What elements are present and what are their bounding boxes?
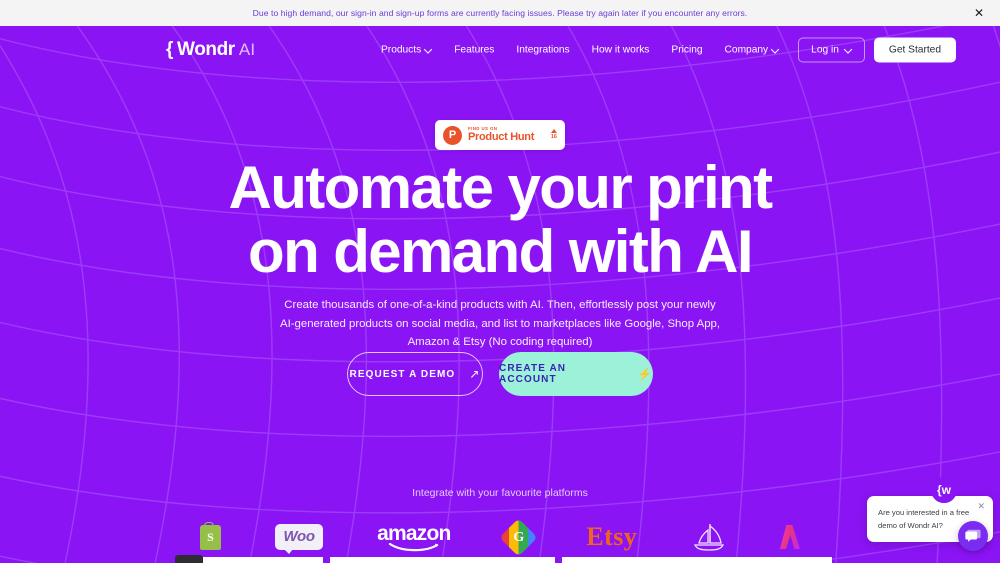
upvote-count: 16	[550, 134, 557, 141]
logo-opensea[interactable]	[692, 518, 726, 556]
product-hunt-upvote[interactable]: 16	[551, 129, 557, 141]
etsy-icon: Etsy	[586, 522, 638, 551]
peek-dark-block	[175, 555, 203, 563]
logo-suffix: AI	[238, 40, 256, 59]
nav-item-how-it-works[interactable]: How it works	[581, 40, 661, 61]
nav-label: Pricing	[671, 44, 703, 56]
chat-close-icon[interactable]: ✕	[977, 502, 985, 511]
mintable-icon	[779, 525, 800, 549]
close-icon[interactable]: ✕	[972, 6, 986, 20]
request-demo-label: REQUEST A DEMO	[349, 368, 456, 380]
chevron-down-icon	[845, 47, 852, 54]
hero-cta-group: REQUEST A DEMO ↗ CREATE AN ACCOUNT ⚡	[347, 352, 653, 396]
logo-shopify[interactable]: S	[200, 518, 221, 556]
hero-section: {Wondr AI Products Features Integrations…	[0, 26, 1000, 563]
nav-label: Features	[454, 44, 495, 56]
notice-banner: Due to high demand, our sign-in and sign…	[0, 0, 1000, 26]
headline-line-2: on demand with AI	[248, 217, 754, 285]
create-account-label: CREATE AN ACCOUNT	[499, 363, 567, 385]
upvote-triangle-icon	[550, 129, 557, 134]
shopify-mark: S	[207, 529, 214, 544]
notice-banner-text: Due to high demand, our sign-in and sign…	[252, 8, 748, 18]
shopify-icon: S	[200, 521, 221, 550]
login-button[interactable]: Log in	[798, 37, 865, 63]
page-title: Automate your print on demand with AI	[0, 156, 1000, 283]
hero-subcopy: Create thousands of one-of-a-kind produc…	[265, 296, 735, 352]
integrations-label: Integrate with your favourite platforms	[412, 487, 588, 499]
amazon-icon: amazon	[377, 521, 451, 552]
product-hunt-name: Product Hunt	[468, 131, 535, 144]
nav-item-products[interactable]: Products	[370, 40, 443, 61]
chevron-down-icon	[425, 47, 432, 54]
next-section-peek	[0, 555, 1000, 563]
main-navigation: Products Features Integrations How it wo…	[370, 37, 957, 63]
amazon-smile-icon	[388, 542, 439, 551]
product-hunt-eyebrow: FIND US ON	[468, 125, 498, 131]
brand-logo[interactable]: {Wondr AI	[166, 39, 255, 61]
logo-woocommerce[interactable]: Woo	[275, 518, 323, 556]
nav-label: Products	[381, 44, 422, 56]
create-account-button[interactable]: CREATE AN ACCOUNT ⚡	[499, 352, 653, 396]
subcopy-line-2: AI-generated products on social media, a…	[279, 317, 721, 330]
chat-avatar: {w	[931, 477, 957, 503]
nav-label: Company	[724, 44, 769, 56]
nav-item-pricing[interactable]: Pricing	[660, 40, 713, 61]
peek-panel-mid	[330, 557, 555, 563]
nav-item-features[interactable]: Features	[443, 40, 505, 61]
logo-name: Wondr	[177, 39, 235, 60]
amazon-wordmark: amazon	[377, 521, 451, 545]
peek-panel-right	[562, 557, 832, 563]
chat-bubble-icon	[965, 529, 981, 542]
login-label: Log in	[811, 44, 839, 56]
product-hunt-text: FIND US ON Product Hunt	[468, 125, 545, 144]
product-hunt-icon: P	[443, 125, 462, 145]
product-hunt-badge[interactable]: P FIND US ON Product Hunt 16	[435, 120, 565, 150]
lightning-bolt-icon: ⚡	[636, 367, 653, 381]
logo-mintable[interactable]	[779, 518, 800, 556]
subcopy-line-1: Create thousands of one-of-a-kind produc…	[284, 299, 716, 311]
integration-logos: S Woo amazon G Etsy	[200, 517, 800, 557]
logo-amazon[interactable]: amazon	[377, 518, 451, 556]
peek-panel-left	[203, 557, 323, 563]
logo-google-shopping[interactable]: G	[499, 517, 538, 557]
chat-launcher-button[interactable]	[958, 521, 988, 551]
google-mark: G	[513, 529, 524, 545]
woocommerce-icon: Woo	[275, 524, 323, 554]
arrow-up-right-icon: ↗	[469, 367, 481, 381]
opensea-sailboat-icon	[693, 524, 724, 551]
page-root: Due to high demand, our sign-in and sign…	[0, 0, 1000, 563]
nav-item-company[interactable]: Company	[714, 40, 791, 61]
background-grid-pattern	[0, 26, 1000, 563]
logo-etsy[interactable]: Etsy	[586, 518, 637, 556]
google-shopping-icon: G	[499, 517, 538, 557]
nav-item-integrations[interactable]: Integrations	[505, 40, 580, 61]
chevron-down-icon	[772, 47, 779, 54]
nav-label: Integrations	[516, 44, 570, 56]
logo-brace: {	[166, 39, 173, 60]
get-started-button[interactable]: Get Started	[873, 37, 957, 63]
headline-line-1: Automate your print	[228, 154, 774, 221]
subcopy-line-3: Amazon & Etsy (No coding required)	[407, 336, 593, 349]
nav-label: How it works	[591, 44, 650, 56]
site-header: {Wondr AI Products Features Integrations…	[0, 26, 1000, 74]
request-demo-button[interactable]: REQUEST A DEMO ↗	[347, 352, 483, 396]
